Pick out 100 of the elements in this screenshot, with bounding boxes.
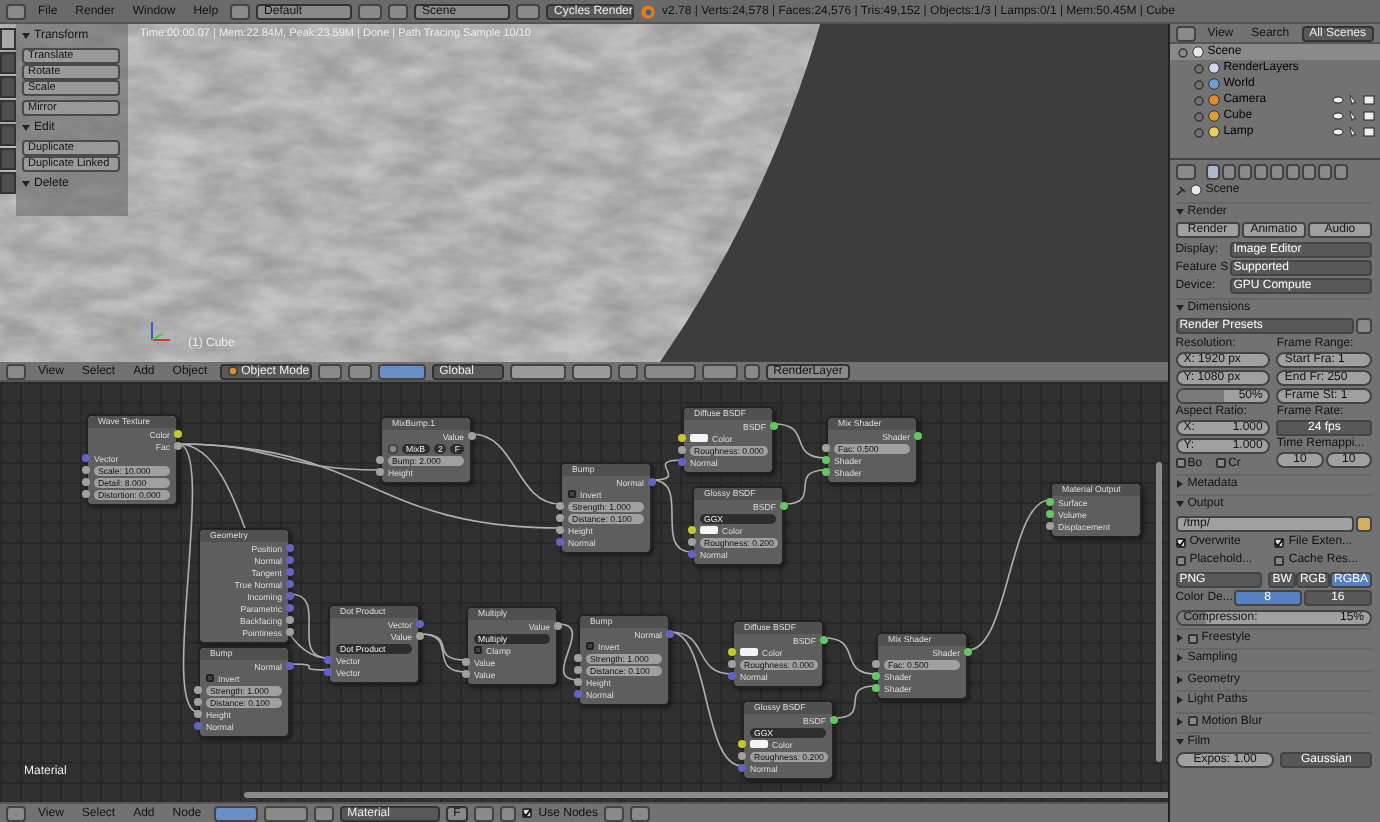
context-tab[interactable]	[1333, 164, 1348, 180]
node-socket[interactable]	[574, 666, 582, 674]
node-socket[interactable]	[820, 636, 828, 644]
node-socket[interactable]	[82, 454, 90, 462]
node-socket[interactable]	[780, 502, 788, 510]
node-socket[interactable]	[286, 616, 294, 624]
node-socket[interactable]	[286, 662, 294, 670]
collapsed-arrow-icon[interactable]	[1175, 696, 1184, 705]
node-socket[interactable]	[1046, 498, 1054, 506]
collapsed-arrow-icon[interactable]	[1175, 654, 1184, 663]
shelf-tab[interactable]	[0, 28, 16, 50]
node-socket[interactable]	[556, 514, 564, 522]
context-tab[interactable]	[1205, 164, 1220, 180]
checkbox[interactable]	[1175, 537, 1186, 548]
node-socket[interactable]	[770, 422, 778, 430]
node-socket[interactable]	[194, 710, 202, 718]
node-socket[interactable]	[324, 656, 332, 664]
node-socket[interactable]	[688, 538, 696, 546]
collapsed-arrow-icon[interactable]	[1175, 675, 1184, 684]
node-socket[interactable]	[286, 556, 294, 564]
node-socket[interactable]	[556, 526, 564, 534]
node-socket[interactable]	[462, 658, 470, 666]
node-socket[interactable]	[738, 752, 746, 760]
context-tab[interactable]	[1269, 164, 1284, 180]
node-socket[interactable]	[678, 458, 686, 466]
expanded-arrow-icon[interactable]	[22, 124, 30, 132]
node-socket[interactable]	[468, 432, 476, 440]
node-socket[interactable]	[194, 722, 202, 730]
node-socket[interactable]	[648, 478, 656, 486]
checkbox[interactable]	[206, 674, 214, 682]
node-socket[interactable]	[82, 478, 90, 486]
visibility-icons[interactable]	[1332, 110, 1376, 122]
node-socket[interactable]	[286, 568, 294, 576]
node-socket[interactable]	[82, 466, 90, 474]
collapsed-arrow-icon[interactable]	[1175, 479, 1184, 488]
node-socket[interactable]	[324, 668, 332, 676]
node-socket[interactable]	[728, 660, 736, 668]
visibility-icons[interactable]	[1332, 94, 1376, 106]
node-socket[interactable]	[666, 630, 674, 638]
node-socket[interactable]	[738, 740, 746, 748]
color-swatch[interactable]	[750, 740, 768, 748]
checkbox[interactable]	[1216, 458, 1227, 469]
color-swatch[interactable]	[740, 648, 758, 656]
node-socket[interactable]	[822, 468, 830, 476]
node-socket[interactable]	[914, 432, 922, 440]
node-socket[interactable]	[554, 622, 562, 630]
folder-icon[interactable]	[1356, 515, 1372, 532]
node-socket[interactable]	[556, 502, 564, 510]
node-socket[interactable]	[822, 444, 830, 452]
node-socket[interactable]	[574, 678, 582, 686]
node-socket[interactable]	[872, 672, 880, 680]
visibility-icons[interactable]	[1332, 126, 1376, 138]
collapsed-arrow-icon[interactable]	[1175, 634, 1184, 643]
node-socket[interactable]	[376, 468, 384, 476]
node-socket[interactable]	[830, 716, 838, 724]
node-socket[interactable]	[574, 654, 582, 662]
scrollbar[interactable]	[244, 792, 1168, 798]
checkbox[interactable]	[1274, 537, 1285, 548]
node-socket[interactable]	[728, 648, 736, 656]
expanded-arrow-icon[interactable]	[1175, 303, 1184, 312]
expanded-arrow-icon[interactable]	[1175, 737, 1184, 746]
node-socket[interactable]	[286, 604, 294, 612]
node-socket[interactable]	[82, 490, 90, 498]
node-socket[interactable]	[416, 620, 424, 628]
expanded-arrow-icon[interactable]	[22, 32, 30, 40]
node-socket[interactable]	[964, 648, 972, 656]
node-socket[interactable]	[194, 686, 202, 694]
node-socket[interactable]	[688, 550, 696, 558]
expanded-arrow-icon[interactable]	[1175, 500, 1184, 509]
node-socket[interactable]	[574, 690, 582, 698]
node-socket[interactable]	[556, 538, 564, 546]
checkbox[interactable]	[1274, 555, 1285, 566]
node-socket[interactable]	[286, 592, 294, 600]
context-tab[interactable]	[1285, 164, 1300, 180]
node-socket[interactable]	[416, 632, 424, 640]
checkbox[interactable]	[1175, 458, 1186, 469]
collapsed-arrow-icon[interactable]	[1175, 717, 1184, 726]
node-socket[interactable]	[1046, 522, 1054, 530]
checkbox[interactable]	[474, 646, 482, 654]
checkbox[interactable]	[1187, 633, 1198, 644]
node-socket[interactable]	[872, 660, 880, 668]
node-socket[interactable]	[462, 670, 470, 678]
node-socket[interactable]	[738, 764, 746, 772]
node-socket[interactable]	[678, 446, 686, 454]
context-tab[interactable]	[1301, 164, 1316, 180]
context-tab[interactable]	[1253, 164, 1268, 180]
context-tab[interactable]	[1317, 164, 1332, 180]
context-tab[interactable]	[1237, 164, 1252, 180]
node-socket[interactable]	[1046, 510, 1054, 518]
node-socket[interactable]	[822, 456, 830, 464]
color-swatch[interactable]	[700, 526, 718, 534]
context-tab[interactable]	[1221, 164, 1236, 180]
node-socket[interactable]	[174, 442, 182, 450]
node-socket[interactable]	[678, 434, 686, 442]
checkbox[interactable]	[522, 808, 533, 818]
node-socket[interactable]	[286, 628, 294, 636]
expanded-arrow-icon[interactable]	[1175, 207, 1184, 216]
node-socket[interactable]	[376, 456, 384, 464]
node-socket[interactable]	[194, 698, 202, 706]
checkbox[interactable]	[1175, 555, 1186, 566]
